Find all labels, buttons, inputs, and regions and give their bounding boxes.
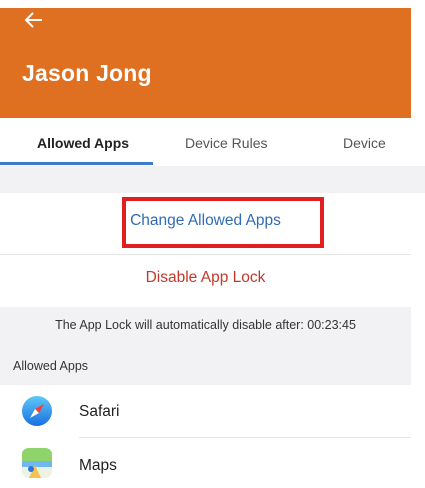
status-strip <box>0 0 425 8</box>
disable-app-lock-button[interactable]: Disable App Lock <box>0 269 411 287</box>
list-item-maps[interactable]: Maps <box>0 438 411 488</box>
tab-allowed-apps[interactable]: Allowed Apps <box>37 118 129 166</box>
active-tab-indicator <box>0 162 153 165</box>
app-header: Jason Jong <box>0 8 411 118</box>
page-title: Jason Jong <box>22 60 152 86</box>
app-name: Maps <box>79 457 117 474</box>
safari-compass-icon <box>22 396 52 426</box>
list-item-safari[interactable]: Safari <box>0 385 411 435</box>
section-header-allowed-apps: Allowed Apps <box>0 345 411 385</box>
app-name: Safari <box>79 403 120 420</box>
divider <box>0 254 411 255</box>
tab-device[interactable]: Device <box>343 118 386 166</box>
change-allowed-apps-button[interactable]: Change Allowed Apps <box>0 212 411 230</box>
tab-bar: Allowed Apps Device Rules Device <box>0 118 411 166</box>
section-spacer <box>0 166 425 193</box>
maps-icon <box>22 448 52 478</box>
arrow-left-icon[interactable] <box>22 8 46 32</box>
auto-disable-info: The App Lock will automatically disable … <box>0 307 411 345</box>
tab-device-rules[interactable]: Device Rules <box>185 118 267 166</box>
